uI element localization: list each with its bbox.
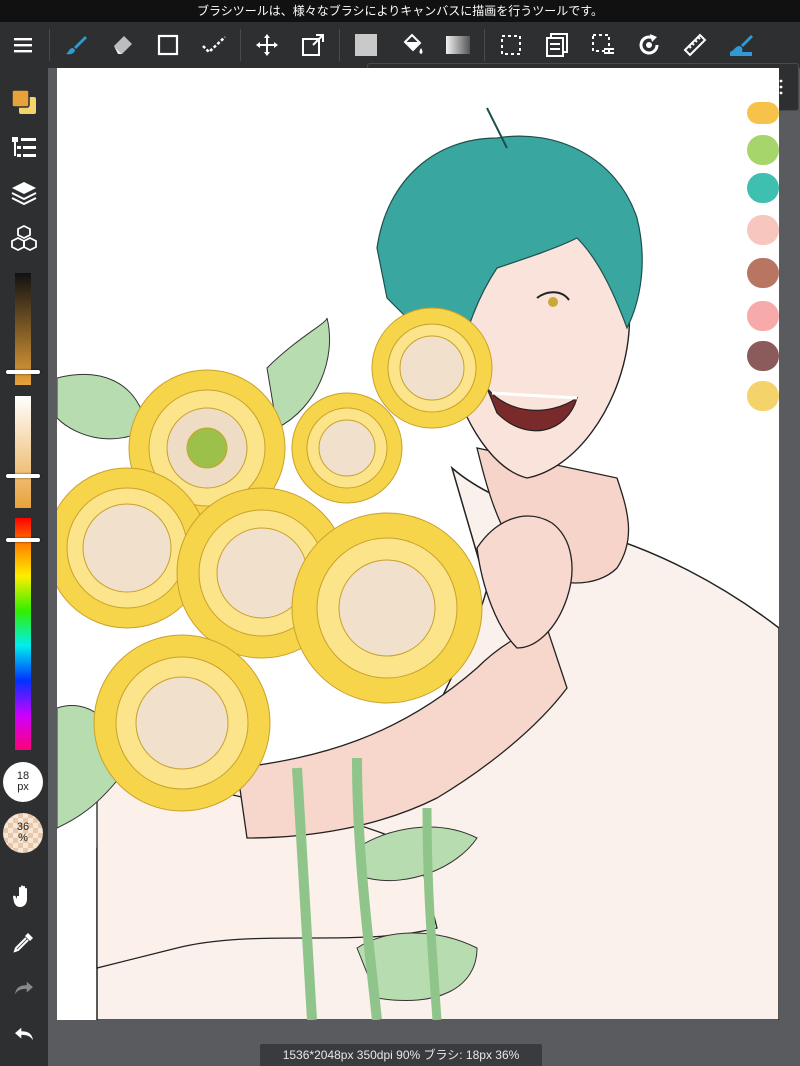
toolbar-divider: [339, 29, 340, 61]
hue-slider[interactable]: [6, 518, 40, 750]
highlight-brush-icon[interactable]: [718, 22, 764, 68]
artwork: [57, 107, 779, 1020]
hand-icon[interactable]: [0, 874, 48, 918]
hue-handle[interactable]: [6, 538, 40, 542]
rotate-icon[interactable]: [626, 22, 672, 68]
palette-swatch[interactable]: [747, 135, 779, 165]
layer-list-icon[interactable]: [534, 22, 580, 68]
brush-size-unit: px: [17, 781, 29, 793]
drawing-canvas[interactable]: [57, 68, 779, 1020]
gradient-icon[interactable]: [435, 22, 481, 68]
brush-list-icon[interactable]: [0, 126, 48, 170]
move-icon[interactable]: [244, 22, 290, 68]
toolbar-divider: [240, 29, 241, 61]
toolbar-divider: [484, 29, 485, 61]
fill-color-icon[interactable]: [343, 22, 389, 68]
left-sidebar: 18 px 36 %: [0, 68, 48, 1066]
toolbar-divider: [49, 29, 50, 61]
brush-size-indicator[interactable]: 18 px: [3, 762, 43, 802]
canvas-status-text: 1536*2048px 350dpi 90% ブラシ: 18px 36%: [282, 1048, 520, 1062]
palette-swatch[interactable]: [747, 102, 779, 124]
palette-swatch[interactable]: [747, 215, 779, 245]
bucket-icon[interactable]: [389, 22, 435, 68]
canvas-status-bar: 1536*2048px 350dpi 90% ブラシ: 18px 36%: [260, 1044, 542, 1066]
app-root: ブラシツールは、様々なブラシによりキャンバスに描画を行うツールです。 18 px…: [0, 0, 800, 1066]
opacity-indicator[interactable]: 36 %: [3, 813, 43, 853]
main-toolbar: [0, 22, 800, 68]
materials-icon[interactable]: [0, 216, 48, 260]
tool-hint-text: ブラシツールは、様々なブラシによりキャンバスに描画を行うツールです。: [196, 4, 604, 18]
transform-icon[interactable]: [290, 22, 336, 68]
brush-size-slider[interactable]: [6, 273, 40, 385]
undo-side-icon[interactable]: [0, 1012, 48, 1056]
brush-size-handle[interactable]: [6, 370, 40, 374]
rectangle-icon[interactable]: [145, 22, 191, 68]
palette-swatch[interactable]: [747, 341, 779, 371]
menu-icon[interactable]: [0, 22, 46, 68]
eyedropper-tool-icon[interactable]: [0, 920, 48, 964]
tool-hint-bar: ブラシツールは、様々なブラシによりキャンバスに描画を行うツールです。: [0, 0, 800, 22]
palette-swatch[interactable]: [747, 173, 779, 203]
palette-swatch[interactable]: [747, 301, 779, 331]
color-swatch-button[interactable]: [0, 80, 48, 124]
eraser-icon[interactable]: [99, 22, 145, 68]
ruler-icon[interactable]: [672, 22, 718, 68]
redo-side-icon[interactable]: [0, 966, 48, 1010]
opacity-handle[interactable]: [6, 474, 40, 478]
palette-swatch[interactable]: [747, 381, 779, 411]
layers-icon[interactable]: [0, 171, 48, 215]
brush-icon[interactable]: [53, 22, 99, 68]
palette-swatch[interactable]: [747, 258, 779, 288]
select-check-icon[interactable]: [191, 22, 237, 68]
selection-icon[interactable]: [488, 22, 534, 68]
opacity-unit: %: [18, 832, 28, 844]
selection-edit-icon[interactable]: [580, 22, 626, 68]
opacity-slider[interactable]: [6, 396, 40, 508]
